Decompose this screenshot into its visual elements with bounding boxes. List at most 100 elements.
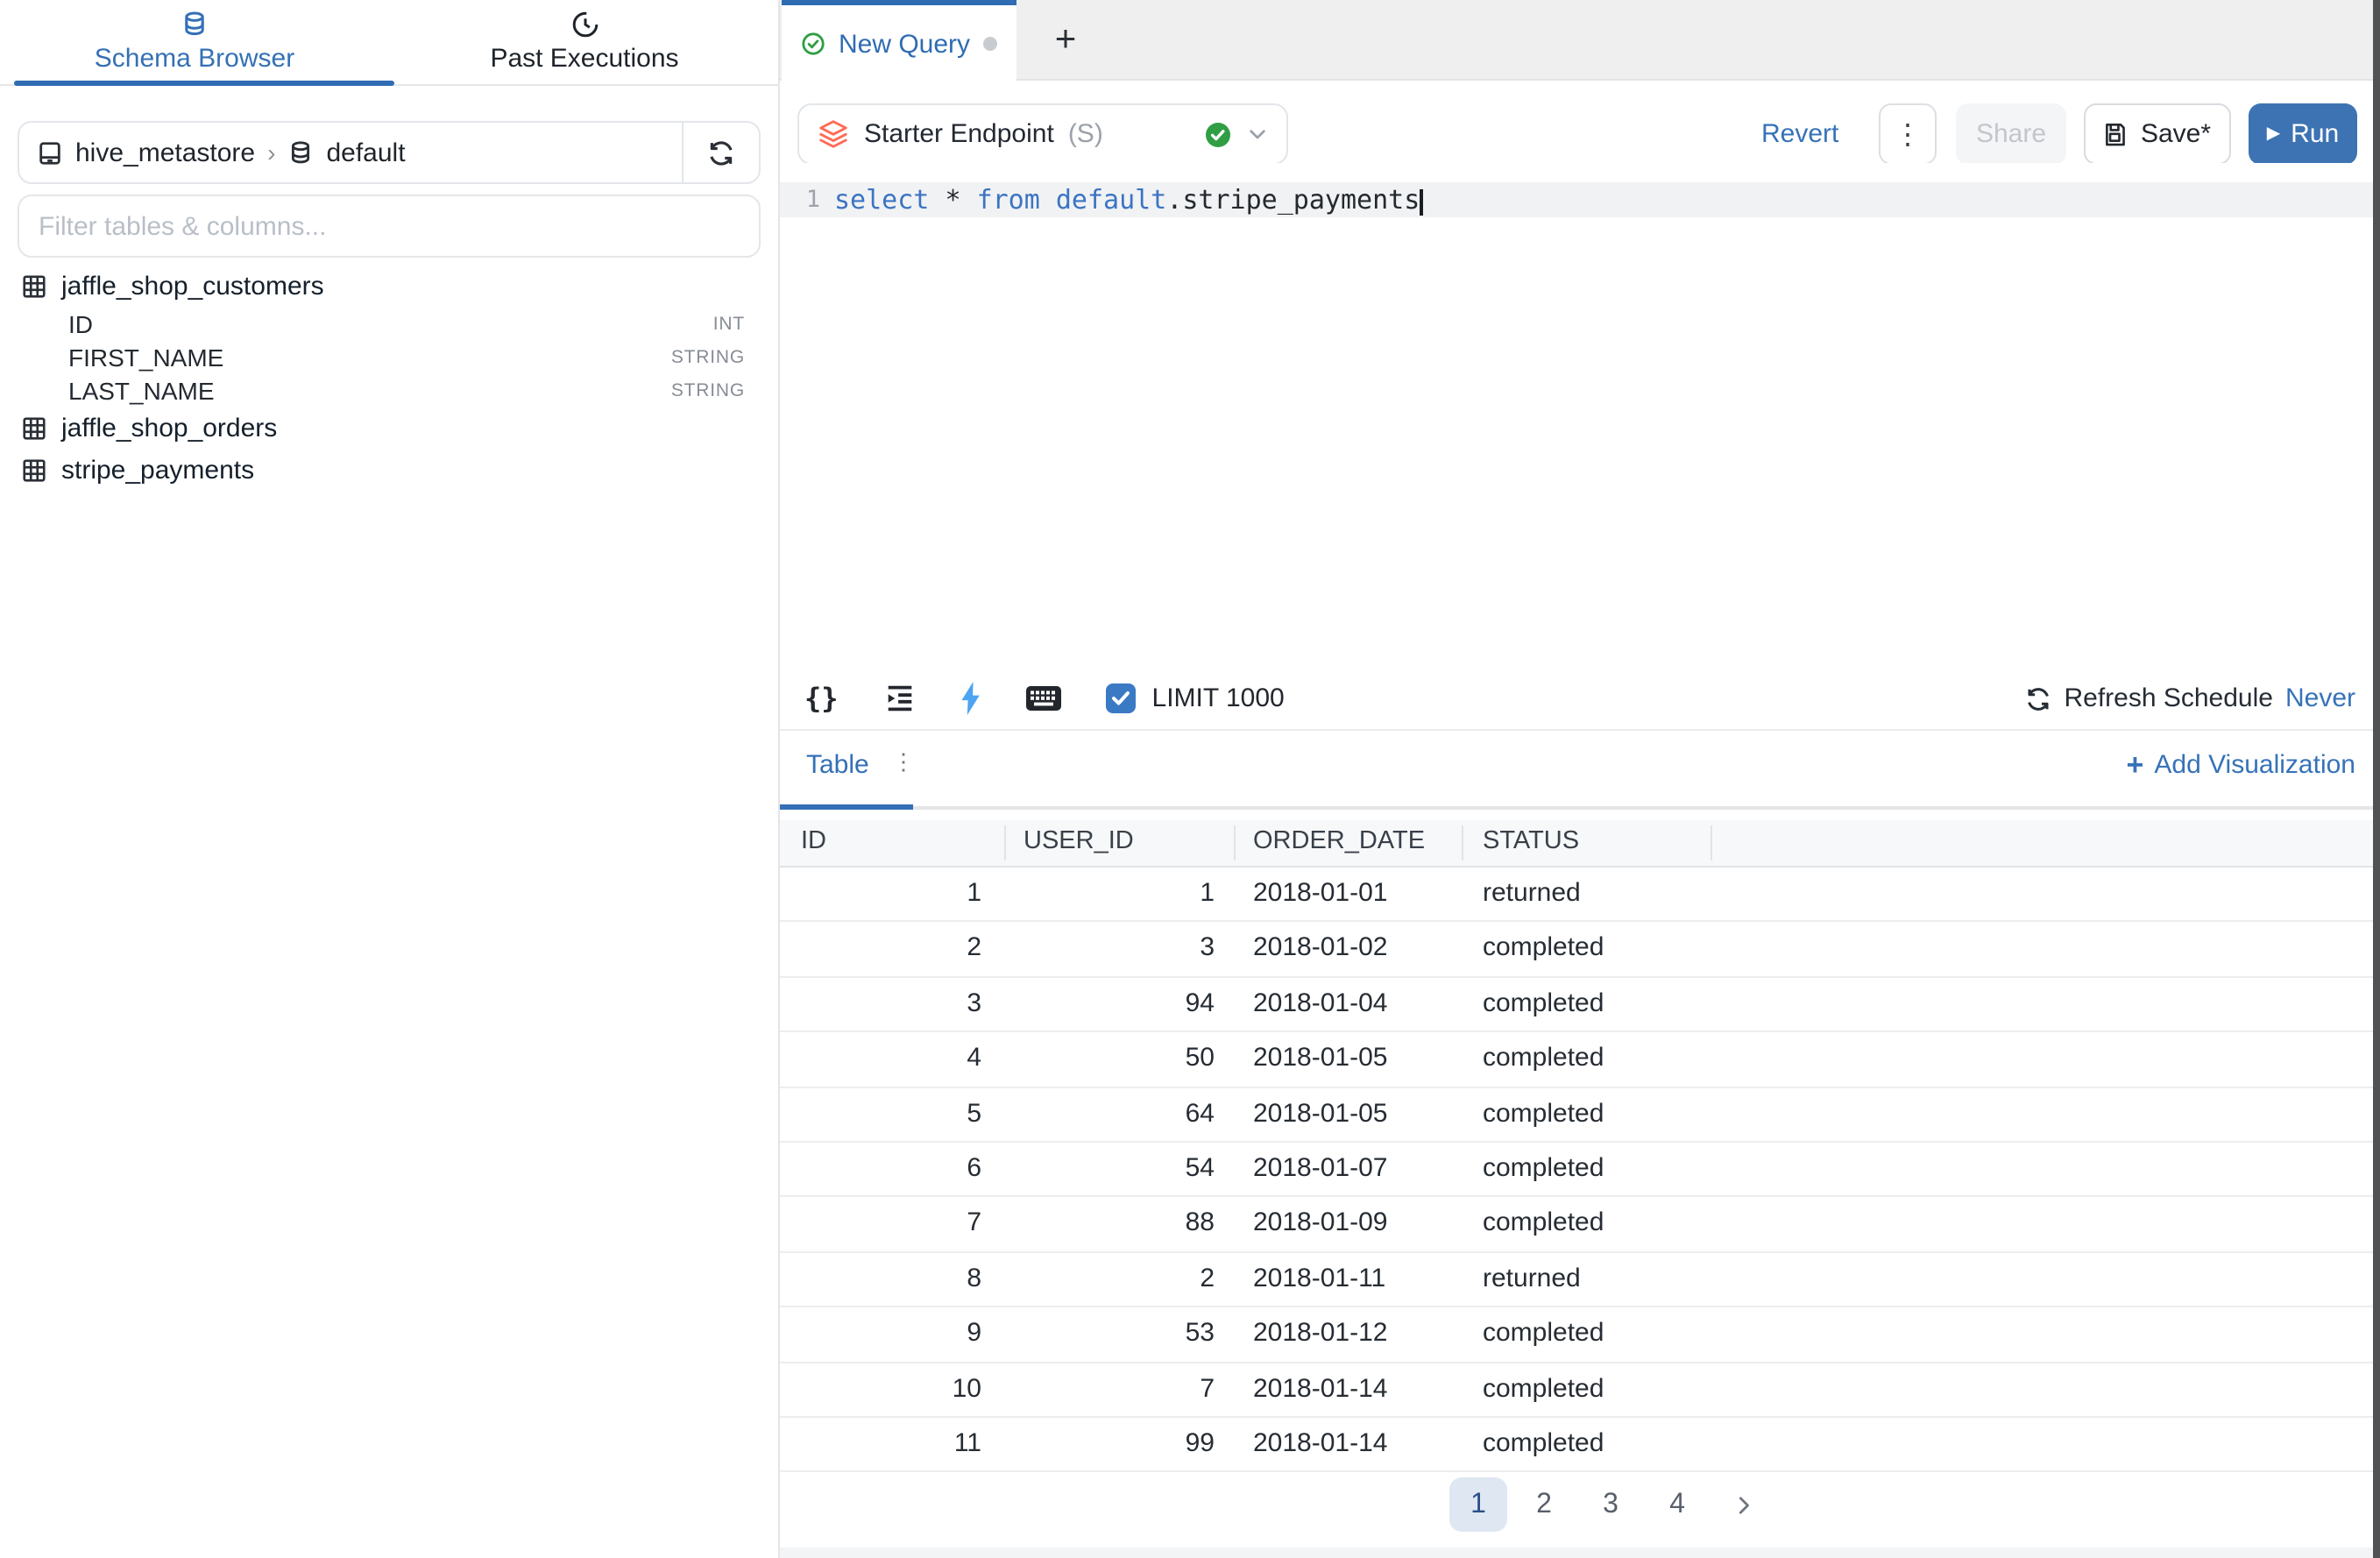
autocomplete-button[interactable]: [960, 682, 984, 715]
page-button-3[interactable]: 3: [1584, 1477, 1637, 1532]
column-item-last-name[interactable]: LAST_NAME STRING: [0, 373, 780, 407]
endpoint-name: Starter Endpoint: [864, 119, 1054, 149]
column-header-order-date[interactable]: ORDER_DATE: [1253, 827, 1425, 855]
cell-status: completed: [1483, 1098, 1604, 1128]
revert-label: Revert: [1761, 119, 1838, 149]
table-row: 1072018-01-14completed: [780, 1363, 2380, 1418]
column-item-id[interactable]: ID INT: [0, 307, 780, 340]
column-separator: [1462, 825, 1463, 860]
run-label: Run: [2291, 119, 2339, 149]
table-item-jaffle-shop-customers[interactable]: jaffle_shop_customers: [0, 266, 780, 307]
table-row: 112018-01-01returned: [780, 868, 2380, 923]
add-visualization-button[interactable]: + Add Visualization: [2127, 750, 2356, 780]
tab-table[interactable]: Table: [806, 750, 869, 780]
table-item-jaffle-shop-orders[interactable]: jaffle_shop_orders: [0, 407, 780, 449]
column-separator: [1711, 825, 1712, 860]
column-type: STRING: [671, 379, 745, 400]
filter-tables-input[interactable]: [18, 195, 761, 258]
run-button[interactable]: ▶ Run: [2249, 103, 2357, 165]
query-tab-label: New Query: [839, 29, 970, 59]
check-circle-icon: [802, 32, 826, 56]
cell-status: completed: [1483, 1318, 1604, 1348]
table-row: 3942018-01-04completed: [780, 978, 2380, 1033]
breadcrumb[interactable]: hive_metastore › default: [19, 138, 682, 167]
chevron-right-icon: [1733, 1494, 1754, 1515]
schema-sidebar: Schema Browser Past Executions: [0, 0, 780, 1558]
cell-status: completed: [1483, 1428, 1604, 1458]
text-cursor: [1420, 189, 1423, 216]
new-tab-button[interactable]: +: [1031, 0, 1101, 81]
database-icon: [181, 11, 209, 39]
query-menu-button[interactable]: ⋮: [1879, 103, 1937, 165]
results-table-header: ID USER_ID ORDER_DATE STATUS: [780, 820, 2380, 868]
results-table-body: 112018-01-01returned 232018-01-02complet…: [780, 868, 2380, 1473]
plus-icon: +: [1055, 19, 1077, 61]
page-button-4[interactable]: 4: [1651, 1477, 1704, 1532]
table-row: 5642018-01-05completed: [780, 1087, 2380, 1143]
column-separator: [1234, 825, 1236, 860]
sql-keyword: select: [834, 184, 929, 216]
chevron-down-icon: [1246, 123, 1269, 145]
endpoint-selector[interactable]: Starter Endpoint (S): [797, 103, 1288, 165]
cell-user-id: 3: [1004, 933, 1215, 963]
sidebar-tabs: Schema Browser Past Executions: [0, 0, 780, 86]
column-separator: [1004, 825, 1006, 860]
query-tab-strip: New Query +: [780, 0, 2380, 81]
sql-keyword: from: [977, 184, 1040, 216]
refresh-schedule-label: Refresh Schedule: [2064, 683, 2273, 713]
query-panel: New Query + Starter Endpoint (S): [780, 0, 2380, 1558]
add-visualization-label: Add Visualization: [2154, 750, 2355, 780]
page-button-2[interactable]: 2: [1518, 1477, 1570, 1532]
cell-order-date: 2018-01-04: [1253, 988, 1387, 1018]
table-tab-menu[interactable]: ⋮: [892, 748, 915, 776]
lightning-icon: [960, 682, 984, 715]
share-button[interactable]: Share: [1956, 103, 2066, 165]
schema-breadcrumb: hive_metastore › default: [18, 121, 761, 184]
query-tab-new-query[interactable]: New Query: [782, 0, 1016, 82]
revert-button[interactable]: Revert: [1761, 103, 1838, 165]
indent-icon: [884, 682, 917, 715]
next-page-button[interactable]: [1718, 1477, 1770, 1532]
schema-icon: [287, 139, 314, 166]
column-item-first-name[interactable]: FIRST_NAME STRING: [0, 340, 780, 373]
keyboard-shortcuts-button[interactable]: [1026, 685, 1063, 712]
chevron-right-icon: ›: [267, 138, 275, 166]
sql-editor[interactable]: 1 select * from default.stripe_payments: [780, 163, 2380, 668]
cell-user-id: 64: [1004, 1098, 1215, 1128]
cell-order-date: 2018-01-11: [1253, 1263, 1385, 1292]
cell-order-date: 2018-01-05: [1253, 1043, 1387, 1073]
column-header-id[interactable]: ID: [801, 827, 826, 855]
table-name: stripe_payments: [61, 455, 254, 485]
line-number: 1: [780, 186, 820, 214]
refresh-schedule-value[interactable]: Never: [2285, 683, 2355, 713]
breadcrumb-catalog[interactable]: hive_metastore: [75, 138, 255, 167]
refresh-icon: [706, 138, 736, 167]
column-name: LAST_NAME: [68, 376, 215, 404]
cell-user-id: 94: [1004, 988, 1215, 1018]
column-header-status[interactable]: STATUS: [1483, 827, 1579, 855]
column-type: INT: [713, 313, 745, 334]
window-scrollbar[interactable]: [2372, 0, 2380, 1558]
tab-schema-browser[interactable]: Schema Browser: [0, 0, 389, 84]
cell-user-id: 88: [1004, 1208, 1215, 1238]
table-name: jaffle_shop_customers: [61, 272, 324, 301]
table-item-stripe-payments[interactable]: stripe_payments: [0, 449, 780, 491]
cell-user-id: 1: [1004, 878, 1215, 908]
page-button-1[interactable]: 1: [1449, 1477, 1507, 1532]
cell-order-date: 2018-01-14: [1253, 1373, 1387, 1403]
cell-id: 9: [780, 1318, 981, 1348]
breadcrumb-schema[interactable]: default: [326, 138, 405, 167]
cell-status: completed: [1483, 933, 1604, 963]
cell-status: returned: [1483, 878, 1581, 908]
column-header-user-id[interactable]: USER_ID: [1024, 827, 1134, 855]
refresh-schema-button[interactable]: [682, 123, 759, 182]
save-button[interactable]: Save*: [2084, 103, 2231, 165]
cell-order-date: 2018-01-14: [1253, 1428, 1387, 1458]
limit-checkbox[interactable]: [1107, 683, 1137, 713]
cell-status: completed: [1483, 1153, 1604, 1183]
tab-past-executions[interactable]: Past Executions: [389, 0, 780, 84]
auto-indent-button[interactable]: [884, 682, 917, 715]
tab-schema-browser-label: Schema Browser: [95, 44, 294, 74]
cell-id: 8: [780, 1263, 981, 1292]
format-query-button[interactable]: {}: [804, 682, 839, 715]
